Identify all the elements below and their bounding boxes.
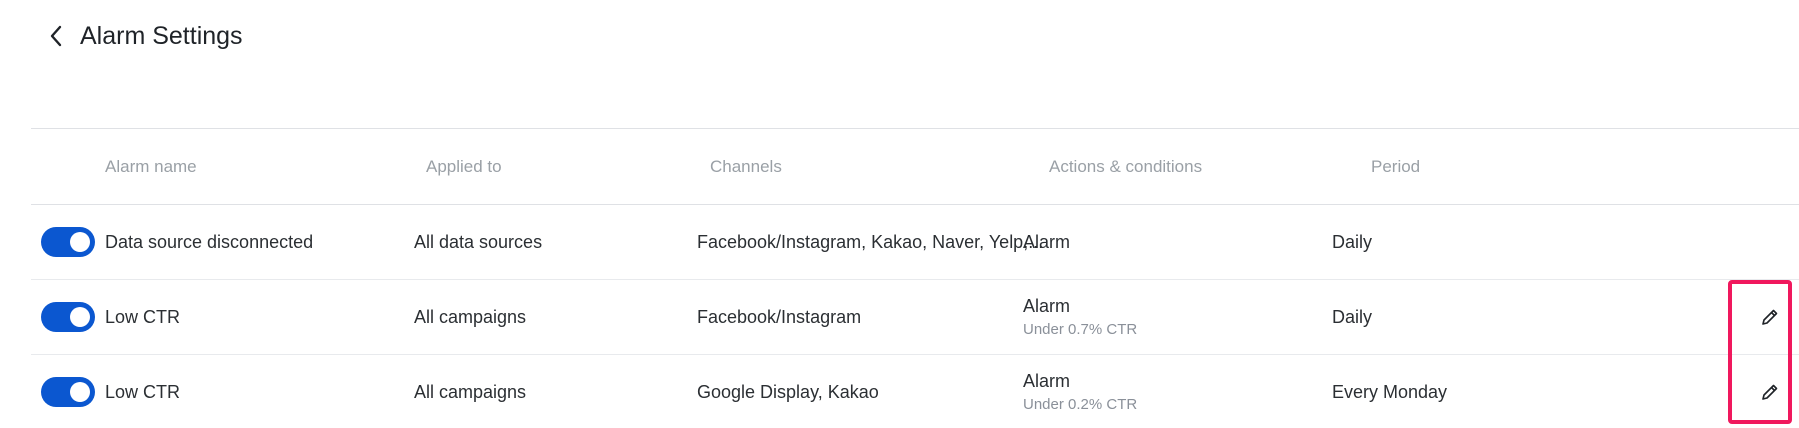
column-header-actions-conditions: Actions & conditions (1049, 157, 1203, 176)
channels: Google Display, Kakao (697, 381, 879, 402)
action-label: Alarm (1023, 231, 1071, 252)
alarm-name: Data source disconnected (105, 231, 314, 252)
table-row: Low CTR All campaigns Google Display, Ka… (31, 355, 1799, 428)
alarm-name: Low CTR (105, 381, 181, 402)
period: Every Monday (1332, 381, 1448, 402)
actions-conditions: Alarm (1023, 205, 1070, 279)
column-header-channels: Channels (710, 157, 782, 176)
table-row: Data source disconnected All data source… (31, 205, 1799, 280)
toggle-knob (70, 232, 90, 252)
chevron-left-icon (50, 25, 62, 47)
channels: Facebook/Instagram, Kakao, Naver, Yelp,.… (697, 231, 1044, 252)
condition-label: Under 0.7% CTR (1023, 321, 1138, 338)
column-header-applied-to: Applied to (426, 157, 502, 176)
page-header: Alarm Settings (44, 18, 243, 54)
alarm-table: Alarm name Applied to Channels Actions &… (31, 128, 1799, 428)
pencil-icon (1762, 309, 1778, 325)
table-header: Alarm name Applied to Channels Actions &… (31, 128, 1799, 205)
edit-button[interactable] (1755, 302, 1785, 332)
toggle-knob (70, 307, 90, 327)
alarm-settings-page: Alarm Settings Alarm name Applied to Cha… (0, 0, 1799, 428)
enable-toggle[interactable] (41, 227, 95, 257)
period: Daily (1332, 306, 1373, 327)
edit-button[interactable] (1755, 377, 1785, 407)
applied-to: All campaigns (414, 306, 527, 327)
actions-conditions: Alarm Under 0.7% CTR (1023, 280, 1137, 354)
toggle-knob (70, 382, 90, 402)
alarm-name: Low CTR (105, 306, 181, 327)
table-row: Low CTR All campaigns Facebook/Instagram… (31, 280, 1799, 355)
action-label: Alarm (1023, 371, 1071, 391)
enable-toggle[interactable] (41, 302, 95, 332)
condition-label: Under 0.2% CTR (1023, 396, 1138, 413)
column-header-alarm-name: Alarm name (105, 157, 197, 176)
page-title: Alarm Settings (80, 21, 243, 50)
period: Daily (1332, 231, 1373, 252)
applied-to: All campaigns (414, 381, 527, 402)
action-label: Alarm (1023, 296, 1071, 316)
back-button[interactable] (44, 24, 68, 48)
actions-conditions: Alarm Under 0.2% CTR (1023, 355, 1137, 428)
pencil-icon (1762, 384, 1778, 400)
enable-toggle[interactable] (41, 377, 95, 407)
channels: Facebook/Instagram (697, 306, 862, 327)
column-header-period: Period (1371, 157, 1421, 176)
applied-to: All data sources (414, 231, 543, 252)
